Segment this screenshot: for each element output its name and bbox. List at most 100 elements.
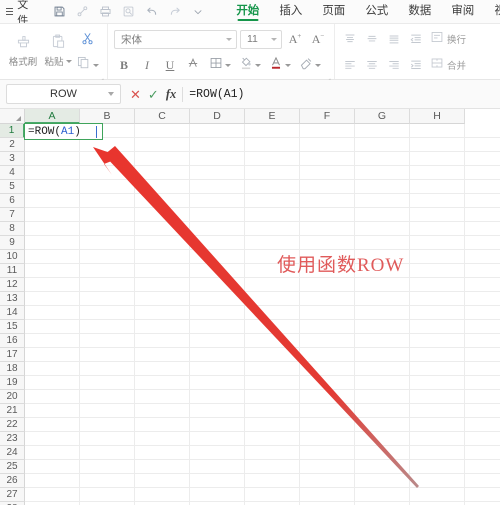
cell-A22[interactable]	[25, 418, 80, 432]
cell-A15[interactable]	[25, 320, 80, 334]
cell-I15[interactable]	[465, 320, 500, 334]
column-header-c[interactable]: C	[135, 109, 190, 124]
row-header-17[interactable]: 17	[0, 348, 25, 362]
cell-D1[interactable]	[190, 124, 245, 138]
cell-G15[interactable]	[355, 320, 410, 334]
cell-C19[interactable]	[135, 376, 190, 390]
italic-button[interactable]: I	[137, 55, 157, 75]
cell-G22[interactable]	[355, 418, 410, 432]
cell-D18[interactable]	[190, 362, 245, 376]
merge-cells-button[interactable]: 合并	[428, 55, 468, 75]
cell-A18[interactable]	[25, 362, 80, 376]
cell-H22[interactable]	[410, 418, 465, 432]
align-left-button[interactable]	[340, 55, 360, 75]
row-header-9[interactable]: 9	[0, 236, 25, 250]
cell-D2[interactable]	[190, 138, 245, 152]
cell-B6[interactable]	[80, 194, 135, 208]
cell-E22[interactable]	[245, 418, 300, 432]
column-header-f[interactable]: F	[300, 109, 355, 124]
cell-C5[interactable]	[135, 180, 190, 194]
wrap-text-button[interactable]: 换行	[428, 29, 468, 49]
cell-C18[interactable]	[135, 362, 190, 376]
row-header-4[interactable]: 4	[0, 166, 25, 180]
cell-E1[interactable]	[245, 124, 300, 138]
column-header-e[interactable]: E	[245, 109, 300, 124]
row-header-27[interactable]: 27	[0, 488, 25, 502]
font-name-select[interactable]: 宋体	[114, 29, 237, 49]
cell-F27[interactable]	[300, 488, 355, 502]
cell-D27[interactable]	[190, 488, 245, 502]
cell-B22[interactable]	[80, 418, 135, 432]
cell-I2[interactable]	[465, 138, 500, 152]
cell-G23[interactable]	[355, 432, 410, 446]
cell-I20[interactable]	[465, 390, 500, 404]
cell-E26[interactable]	[245, 474, 300, 488]
cell-C21[interactable]	[135, 404, 190, 418]
print-preview-icon[interactable]	[118, 2, 139, 21]
cell-C24[interactable]	[135, 446, 190, 460]
cell-F6[interactable]	[300, 194, 355, 208]
cell-A26[interactable]	[25, 474, 80, 488]
cell-G12[interactable]	[355, 278, 410, 292]
cell-I8[interactable]	[465, 222, 500, 236]
cell-B17[interactable]	[80, 348, 135, 362]
row-header-8[interactable]: 8	[0, 222, 25, 236]
cell-D25[interactable]	[190, 460, 245, 474]
paste-button[interactable]: 粘贴	[41, 27, 75, 68]
chevron-down-icon[interactable]	[187, 2, 208, 21]
cell-D14[interactable]	[190, 306, 245, 320]
cell-H25[interactable]	[410, 460, 465, 474]
cell-I9[interactable]	[465, 236, 500, 250]
cancel-formula-button[interactable]: ✕	[130, 88, 141, 101]
font-size-select[interactable]: 11	[240, 29, 282, 49]
cell-F7[interactable]	[300, 208, 355, 222]
cell-A16[interactable]	[25, 334, 80, 348]
cell-C3[interactable]	[135, 152, 190, 166]
cell-A13[interactable]	[25, 292, 80, 306]
cell-E18[interactable]	[245, 362, 300, 376]
cell-B18[interactable]	[80, 362, 135, 376]
cell-A25[interactable]	[25, 460, 80, 474]
cell-B24[interactable]	[80, 446, 135, 460]
row-header-16[interactable]: 16	[0, 334, 25, 348]
row-header-12[interactable]: 12	[0, 278, 25, 292]
insert-function-button[interactable]: fx	[166, 87, 176, 102]
cell-B20[interactable]	[80, 390, 135, 404]
cell-B19[interactable]	[80, 376, 135, 390]
align-bottom-button[interactable]	[384, 29, 404, 49]
chevron-down-icon[interactable]	[108, 92, 114, 96]
cell-B5[interactable]	[80, 180, 135, 194]
cell-G6[interactable]	[355, 194, 410, 208]
cell-C16[interactable]	[135, 334, 190, 348]
cell-H18[interactable]	[410, 362, 465, 376]
cell-F2[interactable]	[300, 138, 355, 152]
column-header-g[interactable]: G	[355, 109, 410, 124]
cell-G17[interactable]	[355, 348, 410, 362]
cell-C12[interactable]	[135, 278, 190, 292]
cell-E27[interactable]	[245, 488, 300, 502]
cell-A5[interactable]	[25, 180, 80, 194]
cell-D7[interactable]	[190, 208, 245, 222]
cell-C1[interactable]	[135, 124, 190, 138]
cell-E9[interactable]	[245, 236, 300, 250]
row-header-19[interactable]: 19	[0, 376, 25, 390]
cell-D15[interactable]	[190, 320, 245, 334]
tab-data[interactable]: 数据	[398, 0, 441, 23]
row-header-24[interactable]: 24	[0, 446, 25, 460]
cell-D10[interactable]	[190, 250, 245, 264]
cell-D16[interactable]	[190, 334, 245, 348]
cell-H24[interactable]	[410, 446, 465, 460]
cell-B12[interactable]	[80, 278, 135, 292]
underline-button[interactable]: U	[160, 55, 180, 75]
cell-I17[interactable]	[465, 348, 500, 362]
increase-font-size-button[interactable]: A+	[285, 29, 305, 49]
cell-A7[interactable]	[25, 208, 80, 222]
cell-F23[interactable]	[300, 432, 355, 446]
cell-E3[interactable]	[245, 152, 300, 166]
cell-C7[interactable]	[135, 208, 190, 222]
cell-E21[interactable]	[245, 404, 300, 418]
cell-E14[interactable]	[245, 306, 300, 320]
cell-F19[interactable]	[300, 376, 355, 390]
cell-A23[interactable]	[25, 432, 80, 446]
cell-H1[interactable]	[410, 124, 465, 138]
